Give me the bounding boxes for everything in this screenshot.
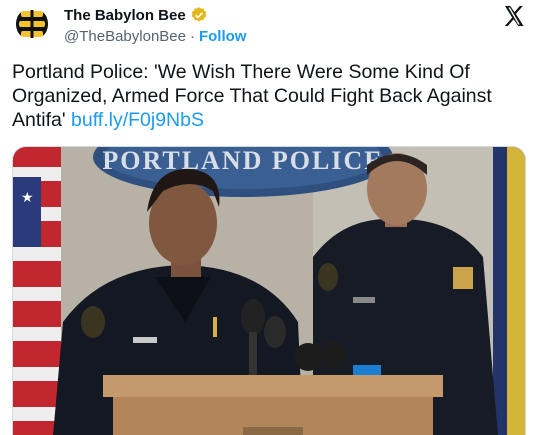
banner-text: PORTLAND POLICE xyxy=(102,147,383,175)
account-handle[interactable]: @TheBabylonBee xyxy=(64,28,186,45)
separator-dot: · xyxy=(189,28,195,45)
press-conference-photo: ★ PORTLAND POLICE xyxy=(13,147,525,435)
x-logo-icon[interactable] xyxy=(502,4,526,28)
verified-badge-icon xyxy=(191,7,206,22)
podium xyxy=(103,375,443,435)
babylon-bee-logo-icon xyxy=(16,10,48,38)
account-name[interactable]: The Babylon Bee xyxy=(64,7,186,24)
tweet-media-image[interactable]: ★ PORTLAND POLICE xyxy=(12,146,526,435)
tweet-text: Portland Police: 'We Wish There Were Som… xyxy=(12,60,524,132)
tweet-header: The Babylon Bee @TheBabylonBee · Follow xyxy=(12,4,526,50)
svg-text:★: ★ xyxy=(21,189,34,205)
us-flag: ★ xyxy=(13,147,61,435)
avatar[interactable] xyxy=(12,4,52,44)
follow-button[interactable]: Follow xyxy=(199,28,247,45)
tweet-link[interactable]: buff.ly/F0j9NbS xyxy=(71,109,204,131)
